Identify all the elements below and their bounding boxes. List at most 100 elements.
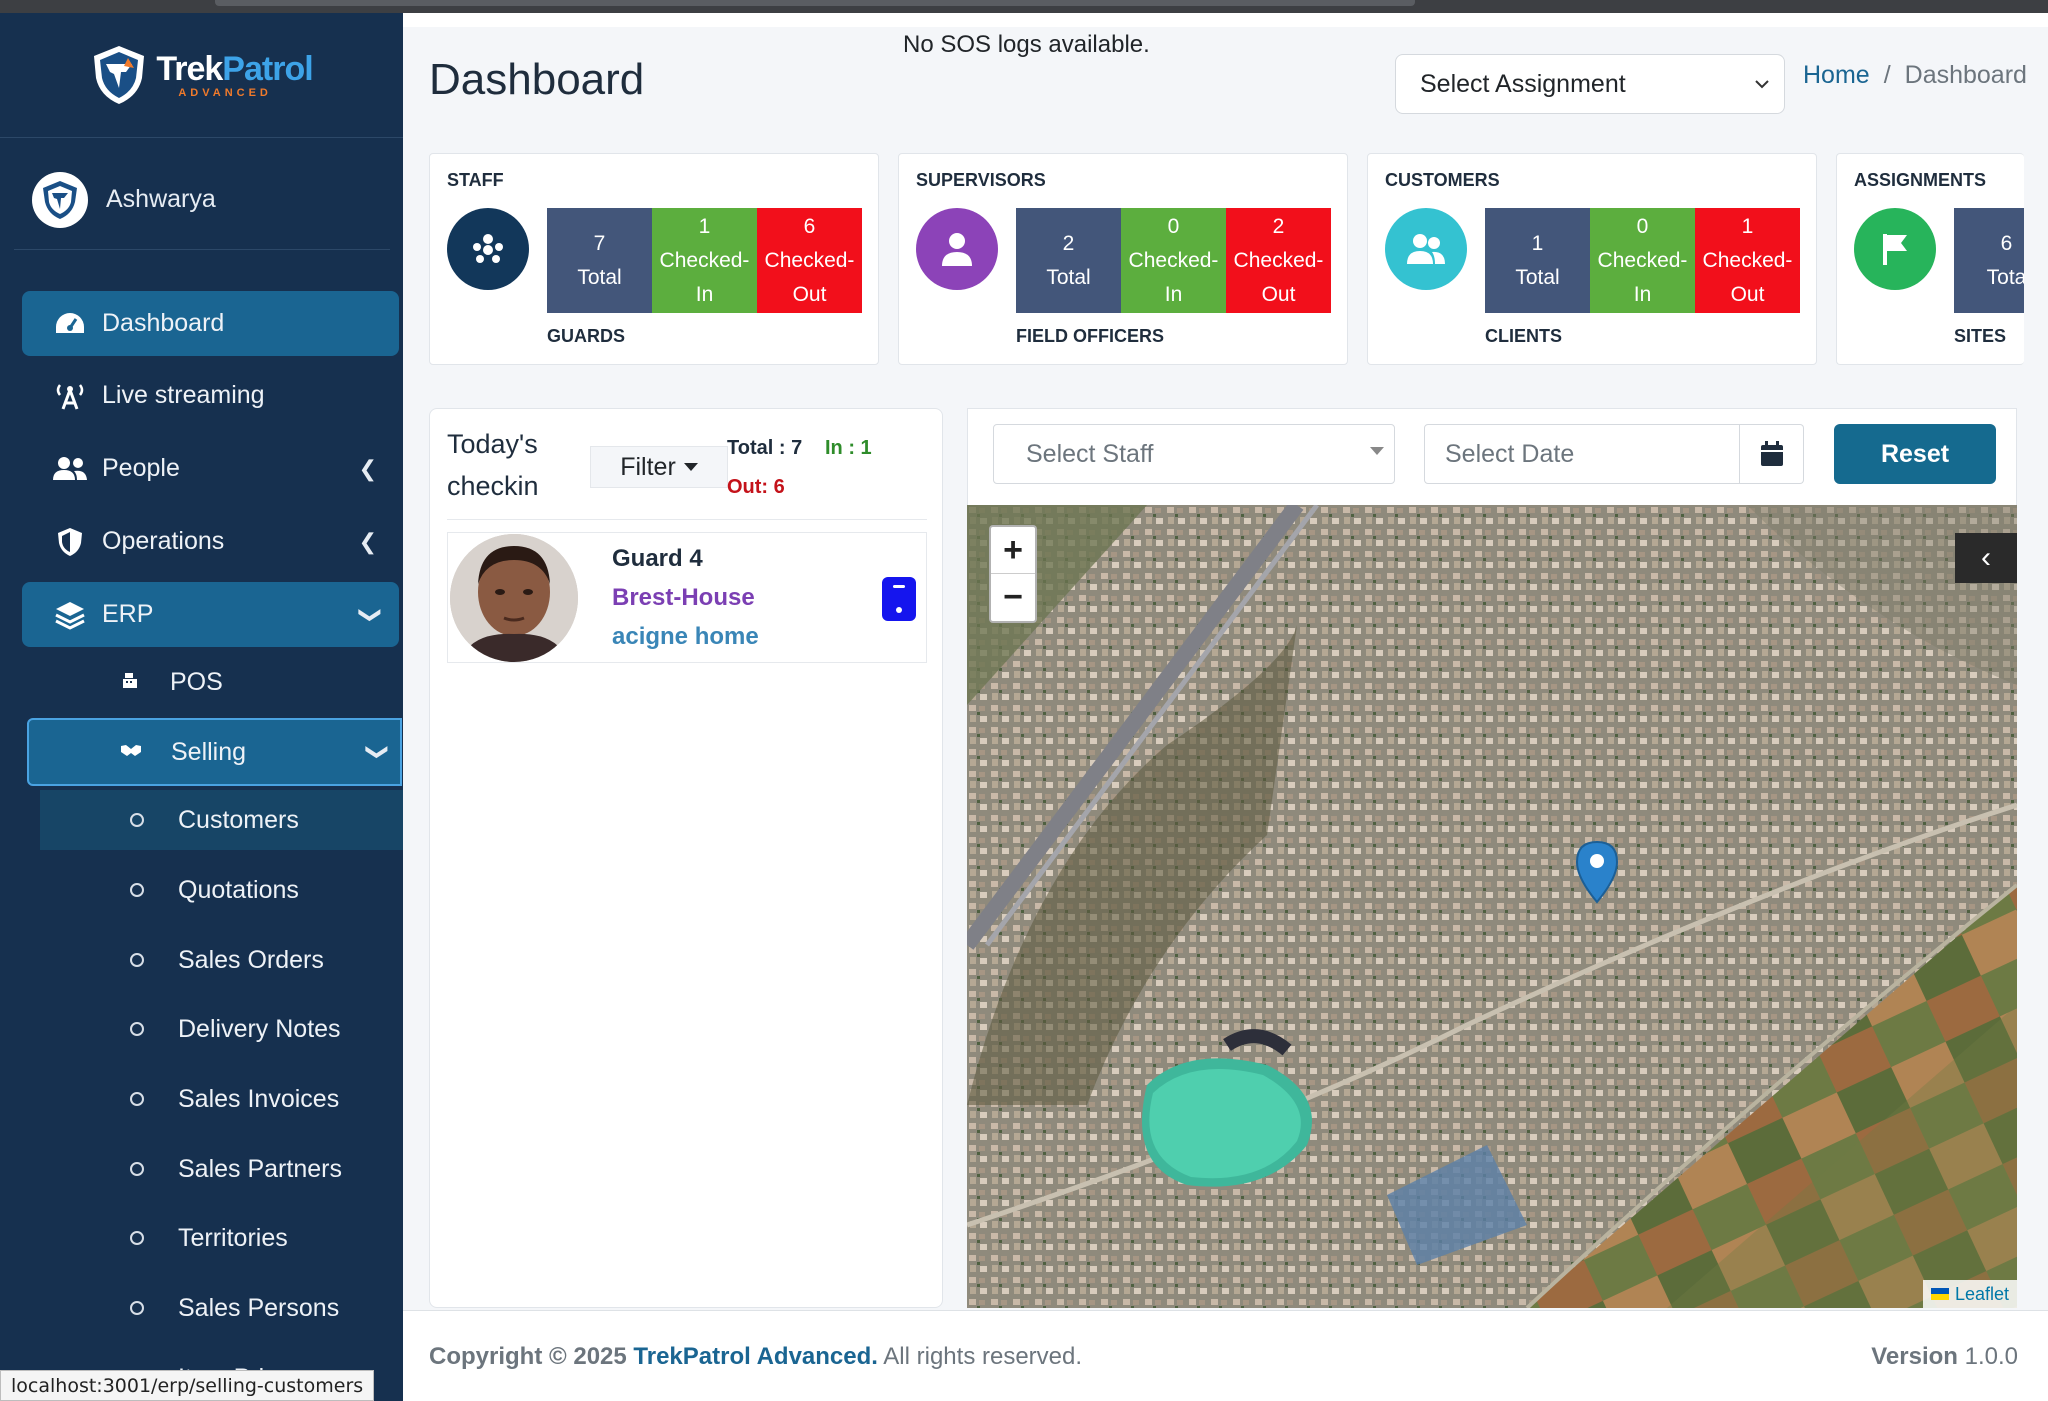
breadcrumb: Home / Dashboard [1803,61,2027,90]
guard-site-link[interactable]: Brest-House [612,584,755,612]
shield-icon [52,527,88,557]
gauge-icon [52,309,88,339]
sidebar-item-dashboard[interactable]: Dashboard [22,291,399,356]
card-footer: GUARDS [547,326,626,346]
sidebar-item-sales-invoices[interactable]: Sales Invoices [40,1069,403,1129]
sidebar-item-label: Live streaming [102,381,265,409]
list-item[interactable]: Guard 4 Brest-House acigne home [447,532,927,663]
sidebar-item-label: POS [170,667,223,696]
calendar-button[interactable] [1740,424,1804,484]
stat-checked-out: 6 Checked- Out [757,208,862,313]
sidebar-item-operations[interactable]: Operations ❮ [22,509,399,574]
user-panel[interactable]: Ashwarya [14,150,390,250]
map-marker-icon[interactable] [1575,840,1619,904]
sidebar-item-label: Selling [171,737,247,766]
map-zoom-control: + − [989,525,1037,623]
circle-icon [130,1092,144,1106]
status-bar-url: localhost:3001/erp/selling-customers [0,1370,375,1401]
stat-card-assignments[interactable]: ASSIGNMENTS 6 Tota SITES [1836,153,2024,365]
map-view[interactable]: + − ‹ Leaflet [967,505,2017,1308]
card-footer: CLIENTS [1485,326,1563,346]
assignment-select-value: Select Assignment [1420,69,1626,98]
sidebar-item-sales-partners[interactable]: Sales Partners [40,1139,403,1199]
checkin-in-count: In : 1 [825,437,872,459]
divider [447,519,927,520]
stat-card-supervisors[interactable]: SUPERVISORS 2 Total 0 Checked- In 2 Checked-… [898,153,1348,365]
circle-icon [130,1162,144,1176]
sidebar-item-label: Dashboard [102,309,225,337]
sidebar-item-people[interactable]: People ❮ [22,436,399,501]
chevron-down-icon: ❮ [354,605,380,624]
company-link[interactable]: TrekPatrol Advanced. [633,1343,878,1370]
circle-icon [130,1301,144,1315]
zoom-in-button[interactable]: + [991,527,1035,574]
date-input[interactable] [1424,424,1740,484]
brand-name: TrekPatrol [156,50,313,88]
chevron-left-icon: ❮ [358,528,377,554]
chevron-down-icon [1755,80,1769,89]
card-footer: SITES [1954,326,2007,346]
card-title: STAFF [447,170,504,190]
card-title: CUSTOMERS [1385,170,1500,190]
calendar-icon [1760,441,1783,466]
checkin-out-count: Out: 6 [727,476,785,498]
stat-card-customers[interactable]: CUSTOMERS 1 Total 0 Checked- In 1 Checked- Ou… [1367,153,1817,365]
user-icon [916,208,998,290]
version-text: Version 1.0.0 [1871,1343,2018,1370]
staff-select[interactable]: Select Staff [993,424,1395,484]
caret-down-icon [1370,447,1384,455]
stat-checked-in: 0 Checked- In [1121,208,1226,313]
satellite-map-tiles [967,505,2017,1308]
chevron-left-icon: ❮ [358,455,377,481]
sidebar-item-delivery-notes[interactable]: Delivery Notes [40,999,403,1059]
filter-label: Filter [620,452,676,481]
filter-dropdown-button[interactable]: Filter [590,446,728,488]
broadcast-icon [52,381,88,411]
brand-logo[interactable]: TrekPatrol ADVANCED [0,13,403,138]
circle-icon [130,953,144,967]
mobile-device-icon [882,577,916,621]
guard-address-link[interactable]: acigne home [612,623,759,651]
sidebar: TrekPatrol ADVANCED Ashwarya Dashboard L… [0,13,403,1401]
checkin-title: Today's checkin [447,429,539,501]
sidebar-item-erp[interactable]: ERP ❮ [22,582,399,647]
leaflet-link[interactable]: Leaflet [1955,1284,2009,1305]
browser-top-bar [0,0,2048,13]
stat-total: 7 Total [547,208,652,313]
breadcrumb-home-link[interactable]: Home [1803,61,1870,90]
sidebar-item-pos[interactable]: POS [28,648,403,716]
card-footer: FIELD OFFICERS [1016,326,1164,346]
sidebar-item-live-streaming[interactable]: Live streaming [22,363,399,428]
circle-icon [130,883,144,897]
guard-photo [450,534,578,662]
browser-tab-track [215,0,1415,6]
sidebar-item-sales-orders[interactable]: Sales Orders [40,930,403,990]
copyright-text: Copyright © 2025 TrekPatrol Advanced. Al… [429,1343,1083,1370]
brand-tagline: ADVANCED [178,87,272,99]
sidebar-item-label: ERP [102,600,154,628]
shield-avatar-icon [43,180,77,219]
assignment-select[interactable]: Select Assignment [1395,54,1785,114]
stat-card-staff[interactable]: STAFF 7 Total 1 Checked- In 6 Checked- Out GU… [429,153,879,365]
main-top-strip [403,13,2048,27]
sidebar-item-quotations[interactable]: Quotations [40,860,403,920]
sidebar-item-sales-persons[interactable]: Sales Persons [40,1278,403,1338]
sidebar-item-territories[interactable]: Territories [40,1208,403,1268]
guard-name: Guard 4 [612,545,703,572]
avatar [32,171,88,228]
card-title: SUPERVISORS [916,170,1046,190]
circle-icon [130,1231,144,1245]
zoom-out-button[interactable]: − [991,574,1035,621]
layers-icon [52,600,88,630]
user-group-icon [1385,208,1467,290]
sidebar-item-customers[interactable]: Customers [40,790,403,850]
flag-icon [1854,208,1936,290]
circle-icon [130,1022,144,1036]
stat-checked-in: 0 Checked- In [1590,208,1695,313]
stat-checked-out: 2 Checked- Out [1226,208,1331,313]
breadcrumb-separator: / [1883,61,1891,89]
sidebar-item-selling[interactable]: Selling ❮ [27,718,402,786]
reset-button[interactable]: Reset [1834,424,1996,484]
stat-total: 6 Tota [1954,208,2024,313]
map-panel-toggle-button[interactable]: ‹ [1955,533,2017,583]
